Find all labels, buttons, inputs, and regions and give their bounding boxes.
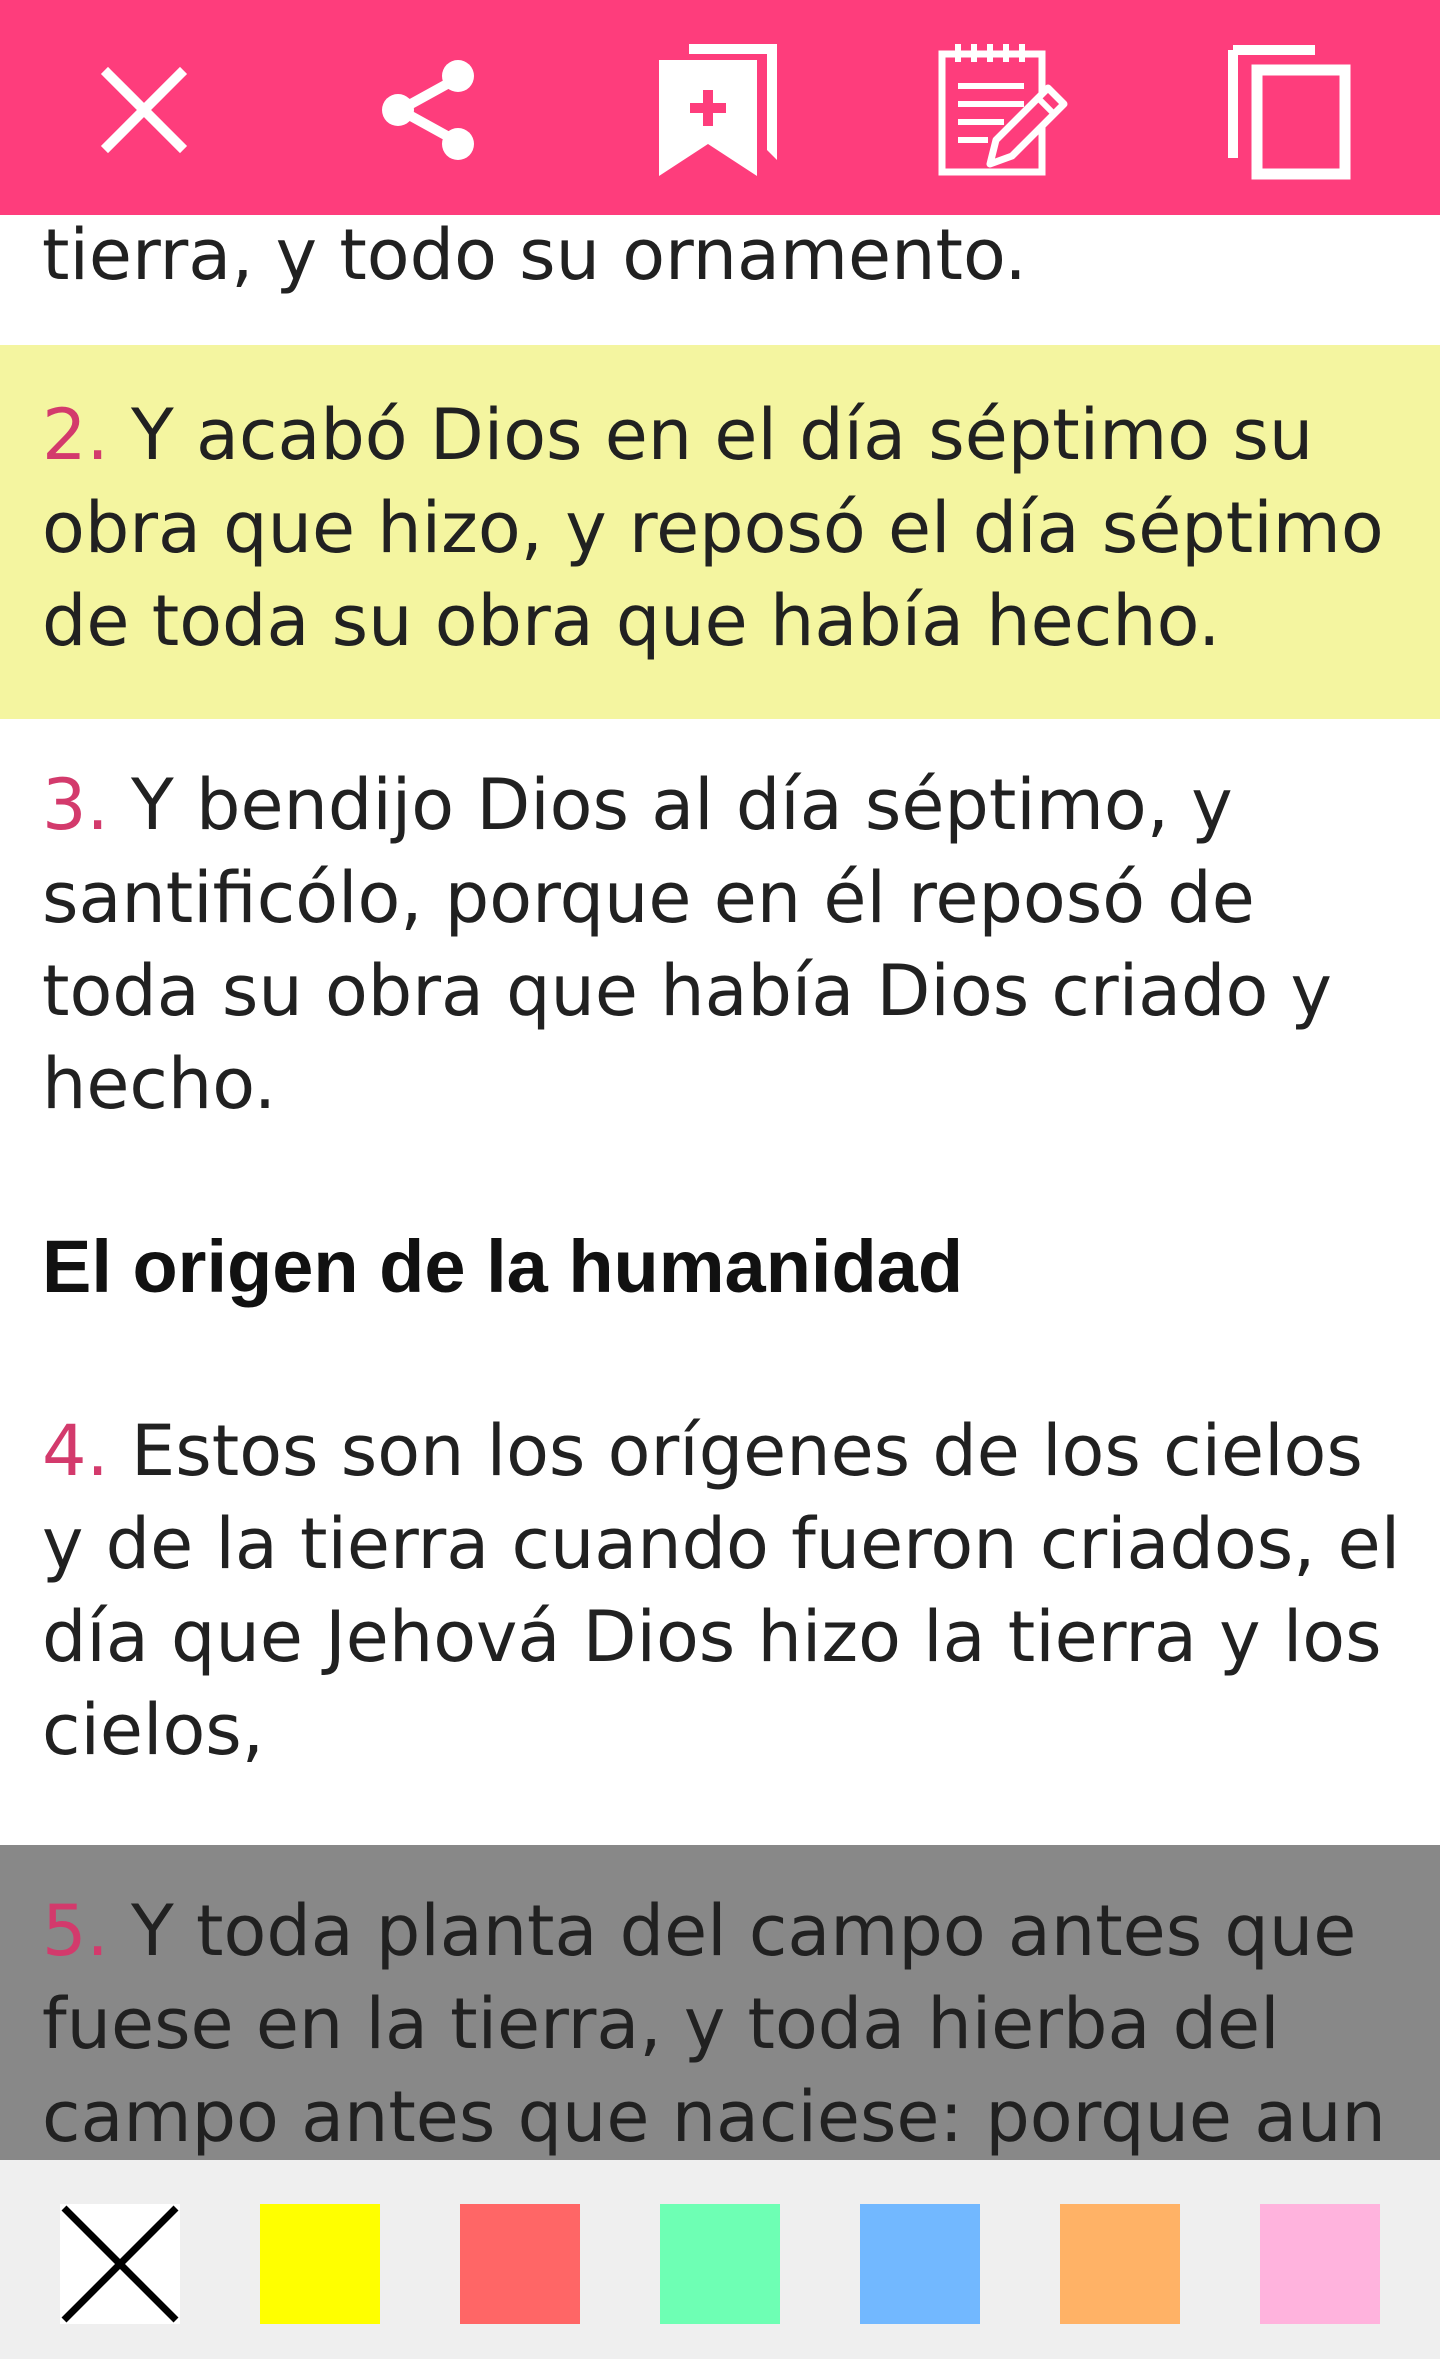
- note-button[interactable]: [920, 30, 1080, 190]
- verse-3[interactable]: 3. Y bendijo Dios al día séptimo, y sant…: [0, 719, 1440, 1125]
- share-icon: [382, 60, 474, 160]
- swatch-no-color[interactable]: [60, 2204, 180, 2324]
- share-button[interactable]: [350, 30, 510, 190]
- swatch-pink[interactable]: [1260, 2204, 1380, 2324]
- swatch-green[interactable]: [660, 2204, 780, 2324]
- copy-button[interactable]: [1210, 30, 1370, 190]
- verse-2[interactable]: 2. Y acabó Dios en el día séptimo su obr…: [0, 345, 1440, 719]
- section-heading: El origen de la humanidad: [42, 1225, 964, 1308]
- swatch-orange[interactable]: [1060, 2204, 1180, 2324]
- note-edit-icon: [938, 44, 1068, 176]
- swatch-blue[interactable]: [860, 2204, 980, 2324]
- verse-text: tierra, y todo su ornamento.: [42, 215, 1027, 296]
- verse-number: 3.: [42, 764, 109, 846]
- verse-1-tail[interactable]: tierra, y todo su ornamento.: [0, 215, 1440, 345]
- copy-icon: [1228, 45, 1351, 180]
- remove-highlight-icon: [61, 2205, 179, 2323]
- section-heading-block: El origen de la humanidad: [0, 1220, 1440, 1320]
- verse-text: Y bendijo Dios al día séptimo, y santifi…: [42, 764, 1332, 1125]
- bookmark-add-icon: [659, 44, 777, 176]
- close-button[interactable]: [64, 30, 224, 190]
- swatch-red[interactable]: [460, 2204, 580, 2324]
- verse-list[interactable]: tierra, y todo su ornamento. 2. Y acabó …: [0, 215, 1440, 2160]
- selection-toolbar: [0, 0, 1440, 215]
- verse-number: 5.: [42, 1890, 109, 1972]
- verse-text: Y toda planta del campo antes que fuese …: [42, 1890, 1386, 2158]
- highlight-palette: [0, 2160, 1440, 2359]
- verse-5[interactable]: 5. Y toda planta del campo antes que fue…: [0, 1845, 1440, 2160]
- verse-text: Estos son los orígenes de los cielos y d…: [42, 1410, 1401, 1771]
- verse-4[interactable]: 4. Estos son los orígenes de los cielos …: [0, 1385, 1440, 1845]
- bookmark-button[interactable]: [638, 30, 798, 190]
- close-icon: [100, 66, 188, 154]
- verse-number: 4.: [42, 1410, 109, 1492]
- verse-text: Y acabó Dios en el día séptimo su obra q…: [42, 394, 1384, 662]
- swatch-yellow[interactable]: [260, 2204, 380, 2324]
- verse-number: 2.: [42, 394, 109, 476]
